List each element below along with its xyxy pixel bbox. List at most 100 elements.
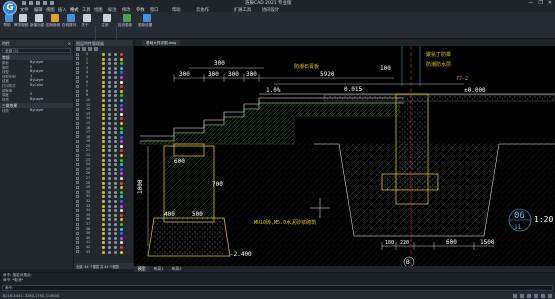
color-swatch[interactable]: [120, 209, 123, 213]
sun-icon[interactable]: [108, 94, 111, 98]
color-swatch[interactable]: [120, 186, 123, 190]
sun-icon[interactable]: [108, 112, 111, 116]
layer-checkbox[interactable]: [76, 172, 79, 176]
selection-dropdown[interactable]: 全部 (1): [2, 48, 71, 53]
color-swatch[interactable]: [120, 213, 123, 217]
layer-checkbox[interactable]: [76, 190, 79, 194]
sun-icon[interactable]: [108, 177, 111, 181]
ribbon-button[interactable]: 如何使用: [46, 14, 62, 28]
ortho-icon[interactable]: [527, 293, 531, 298]
bulb-icon[interactable]: [102, 108, 105, 112]
color-swatch[interactable]: [120, 181, 123, 185]
sun-icon[interactable]: [108, 213, 111, 217]
sun-icon[interactable]: [108, 227, 111, 231]
sun-icon[interactable]: [108, 89, 111, 93]
layer-row[interactable]: 43: [74, 250, 133, 255]
lock-icon[interactable]: [114, 85, 117, 89]
bulb-icon[interactable]: [102, 103, 105, 107]
lock-icon[interactable]: [114, 121, 117, 125]
sun-icon[interactable]: [108, 218, 111, 222]
bulb-icon[interactable]: [102, 135, 105, 139]
layer-checkbox[interactable]: [76, 167, 79, 171]
bulb-icon[interactable]: [102, 85, 105, 89]
bulb-icon[interactable]: [102, 181, 105, 185]
lock-icon[interactable]: [114, 236, 117, 240]
sun-icon[interactable]: [108, 245, 111, 249]
bulb-icon[interactable]: [102, 126, 105, 130]
color-swatch[interactable]: [120, 126, 123, 130]
sun-icon[interactable]: [108, 190, 111, 194]
layer-checkbox[interactable]: [76, 208, 79, 212]
color-swatch[interactable]: [120, 85, 123, 89]
color-swatch[interactable]: [120, 71, 123, 75]
property-value[interactable]: ByLayer: [30, 108, 71, 113]
sun-icon[interactable]: [108, 154, 111, 158]
color-swatch[interactable]: [120, 250, 123, 254]
layer-checkbox[interactable]: [76, 181, 79, 185]
layer-checkbox[interactable]: [76, 176, 79, 180]
refresh-icon[interactable]: [94, 47, 98, 51]
lock-icon[interactable]: [114, 167, 117, 171]
lock-icon[interactable]: [114, 140, 117, 144]
sun-icon[interactable]: [108, 195, 111, 199]
drawing-canvas[interactable]: 300 300 300 300 300 5920 0.015 1.0% 100 …: [134, 46, 555, 266]
color-swatch[interactable]: [120, 149, 123, 153]
layer-checkbox[interactable]: [76, 213, 79, 217]
layer-checkbox[interactable]: [76, 135, 79, 139]
lock-icon[interactable]: [114, 117, 117, 121]
lock-icon[interactable]: [114, 98, 117, 102]
color-swatch[interactable]: [120, 53, 123, 56]
sun-icon[interactable]: [108, 53, 111, 56]
layer-checkbox[interactable]: [76, 121, 79, 125]
layer-checkbox[interactable]: [76, 89, 79, 93]
sun-icon[interactable]: [108, 250, 111, 254]
lock-icon[interactable]: [114, 112, 117, 116]
color-swatch[interactable]: [120, 112, 123, 116]
color-swatch[interactable]: [120, 236, 123, 240]
color-swatch[interactable]: [120, 167, 123, 171]
sun-icon[interactable]: [108, 131, 111, 135]
layer-checkbox[interactable]: [76, 52, 79, 56]
sun-icon[interactable]: [108, 135, 111, 139]
sun-icon[interactable]: [108, 186, 111, 190]
layer-checkbox[interactable]: [76, 204, 79, 208]
bulb-icon[interactable]: [102, 149, 105, 153]
layer-checkbox[interactable]: [76, 218, 79, 222]
sun-icon[interactable]: [108, 117, 111, 121]
layer-checkbox[interactable]: [76, 149, 79, 153]
sun-icon[interactable]: [108, 167, 111, 171]
layer-checkbox[interactable]: [76, 153, 79, 157]
bulb-icon[interactable]: [102, 250, 105, 254]
bulb-icon[interactable]: [102, 190, 105, 194]
sun-icon[interactable]: [108, 126, 111, 130]
sun-icon[interactable]: [108, 236, 111, 240]
lock-icon[interactable]: [114, 227, 117, 231]
color-swatch[interactable]: [120, 94, 123, 98]
layer-checkbox[interactable]: [76, 250, 79, 254]
bulb-icon[interactable]: [102, 172, 105, 176]
layer-checkbox[interactable]: [76, 227, 79, 231]
bulb-icon[interactable]: [102, 177, 105, 181]
bulb-icon[interactable]: [102, 204, 105, 208]
lock-icon[interactable]: [114, 218, 117, 222]
sun-icon[interactable]: [108, 172, 111, 176]
bulb-icon[interactable]: [102, 245, 105, 249]
lock-icon[interactable]: [114, 131, 117, 135]
sun-icon[interactable]: [108, 121, 111, 125]
lock-icon[interactable]: [114, 222, 117, 226]
bulb-icon[interactable]: [102, 57, 105, 61]
property-row[interactable]: 材质 ByLayer: [0, 97, 73, 102]
color-swatch[interactable]: [120, 103, 123, 107]
lock-icon[interactable]: [114, 195, 117, 199]
lock-icon[interactable]: [114, 94, 117, 98]
ribbon-button[interactable]: 在线提问: [62, 14, 78, 28]
layer-checkbox[interactable]: [76, 75, 79, 79]
layer-checkbox[interactable]: [76, 222, 79, 226]
layer-checkbox[interactable]: [76, 94, 79, 98]
close-icon[interactable]: ×: [68, 41, 71, 46]
command-input[interactable]: 命令:: [2, 285, 553, 291]
layer-checkbox[interactable]: [76, 61, 79, 65]
layer-checkbox[interactable]: [76, 84, 79, 88]
layer-checkbox[interactable]: [76, 241, 79, 245]
ribbon-button[interactable]: 关于: [80, 14, 94, 28]
